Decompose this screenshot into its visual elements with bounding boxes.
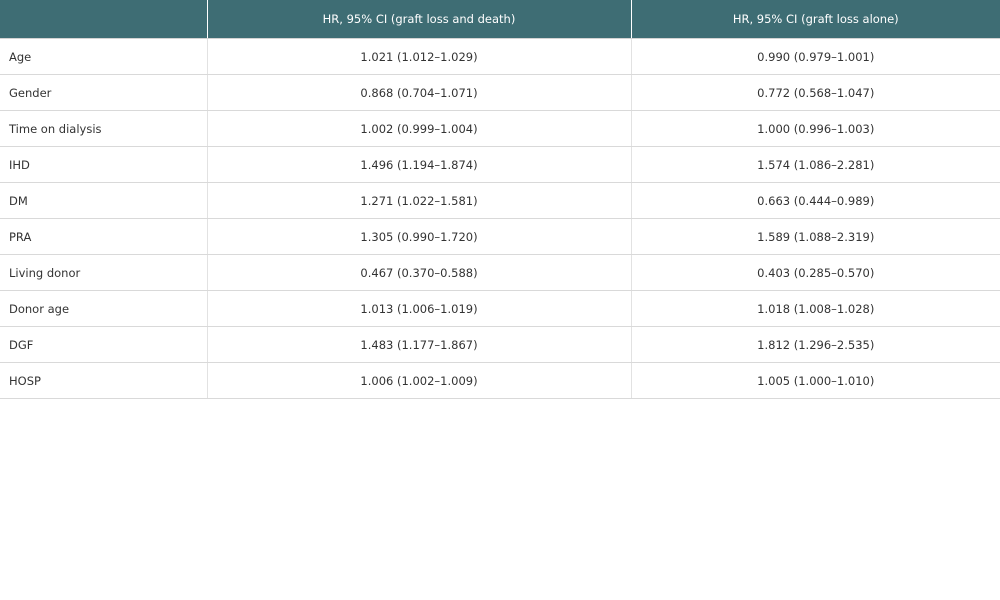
hr-graft-loss-and-death: 1.305 (0.990–1.720): [206, 218, 631, 255]
row-label: Donor age: [0, 290, 207, 327]
table-row: Living donor 0.467 (0.370–0.588) 0.403 (…: [0, 254, 1000, 291]
hr-graft-loss-alone: 0.990 (0.979–1.001): [630, 38, 1000, 75]
hazard-ratio-table: HR, 95% CI (graft loss and death) HR, 95…: [0, 0, 1000, 399]
hr-graft-loss-alone: 1.574 (1.086–2.281): [630, 146, 1000, 183]
row-label: Time on dialysis: [0, 110, 207, 147]
row-label: Age: [0, 38, 207, 75]
header-cell-graft-loss-and-death: HR, 95% CI (graft loss and death): [206, 0, 631, 39]
table-header: HR, 95% CI (graft loss and death) HR, 95…: [0, 0, 1000, 39]
hr-graft-loss-and-death: 0.868 (0.704–1.071): [206, 74, 631, 111]
hr-graft-loss-alone: 1.589 (1.088–2.319): [630, 218, 1000, 255]
hr-graft-loss-and-death: 1.013 (1.006–1.019): [206, 290, 631, 327]
hr-graft-loss-alone: 0.403 (0.285–0.570): [630, 254, 1000, 291]
table-row: Gender 0.868 (0.704–1.071) 0.772 (0.568–…: [0, 74, 1000, 111]
hr-graft-loss-and-death: 1.021 (1.012–1.029): [206, 38, 631, 75]
header-cell-variable: [0, 0, 207, 39]
hr-graft-loss-alone: 1.005 (1.000–1.010): [630, 362, 1000, 399]
hr-graft-loss-and-death: 1.483 (1.177–1.867): [206, 326, 631, 363]
row-label: DGF: [0, 326, 207, 363]
hr-graft-loss-and-death: 0.467 (0.370–0.588): [206, 254, 631, 291]
table-row: DGF 1.483 (1.177–1.867) 1.812 (1.296–2.5…: [0, 326, 1000, 363]
table-row: DM 1.271 (1.022–1.581) 0.663 (0.444–0.98…: [0, 182, 1000, 219]
table-row: HOSP 1.006 (1.002–1.009) 1.005 (1.000–1.…: [0, 362, 1000, 399]
table-row: Donor age 1.013 (1.006–1.019) 1.018 (1.0…: [0, 290, 1000, 327]
hr-graft-loss-alone: 1.812 (1.296–2.535): [630, 326, 1000, 363]
hr-graft-loss-and-death: 1.002 (0.999–1.004): [206, 110, 631, 147]
hr-graft-loss-and-death: 1.496 (1.194–1.874): [206, 146, 631, 183]
hr-graft-loss-and-death: 1.006 (1.002–1.009): [206, 362, 631, 399]
table-body: Age 1.021 (1.012–1.029) 0.990 (0.979–1.0…: [0, 38, 1000, 399]
row-label: Living donor: [0, 254, 207, 291]
hr-graft-loss-alone: 0.663 (0.444–0.989): [630, 182, 1000, 219]
row-label: PRA: [0, 218, 207, 255]
row-label: IHD: [0, 146, 207, 183]
hr-graft-loss-alone: 1.018 (1.008–1.028): [630, 290, 1000, 327]
table-row: IHD 1.496 (1.194–1.874) 1.574 (1.086–2.2…: [0, 146, 1000, 183]
table-row: Time on dialysis 1.002 (0.999–1.004) 1.0…: [0, 110, 1000, 147]
table-row: Age 1.021 (1.012–1.029) 0.990 (0.979–1.0…: [0, 38, 1000, 75]
row-label: Gender: [0, 74, 207, 111]
hr-graft-loss-alone: 1.000 (0.996–1.003): [630, 110, 1000, 147]
row-label: HOSP: [0, 362, 207, 399]
header-cell-graft-loss-alone: HR, 95% CI (graft loss alone): [630, 0, 1000, 39]
row-label: DM: [0, 182, 207, 219]
header-row: HR, 95% CI (graft loss and death) HR, 95…: [0, 0, 1000, 39]
hr-graft-loss-alone: 0.772 (0.568–1.047): [630, 74, 1000, 111]
hr-graft-loss-and-death: 1.271 (1.022–1.581): [206, 182, 631, 219]
table-row: PRA 1.305 (0.990–1.720) 1.589 (1.088–2.3…: [0, 218, 1000, 255]
